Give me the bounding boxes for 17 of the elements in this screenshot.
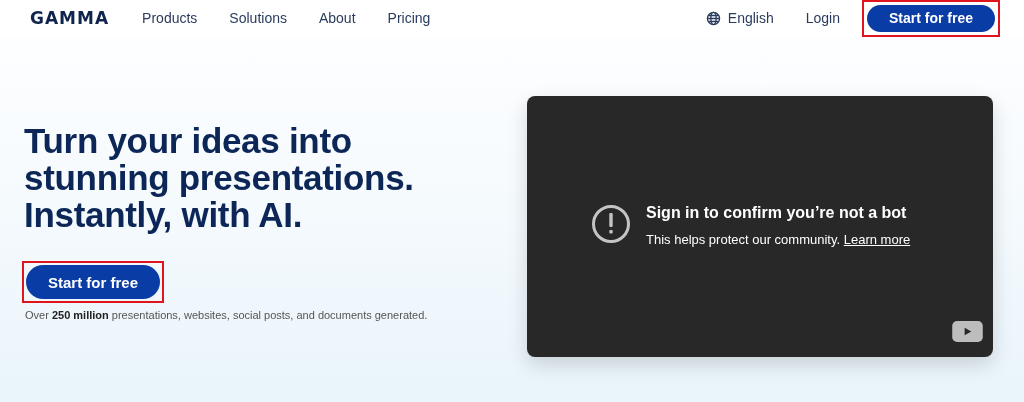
globe-icon: [705, 10, 721, 26]
usage-note: Over 250 million presentations, websites, social posts, and documents generated.: [25, 309, 429, 321]
learn-more-link[interactable]: Learn more: [843, 232, 911, 247]
logo[interactable]: GAMMA: [30, 8, 110, 28]
nav-link[interactable]: Pricing: [387, 10, 431, 26]
login-link[interactable]: Login: [805, 10, 840, 26]
nav-link[interactable]: Solutions: [229, 10, 287, 26]
warning-icon: [591, 204, 631, 244]
language-link[interactable]: English: [727, 10, 774, 26]
hero-title: Turn your ideas into stunning presentations. Instantly, with AI.: [24, 122, 415, 233]
start-button[interactable]: Start for free: [867, 4, 995, 32]
start-button[interactable]: Start for free: [26, 265, 160, 299]
message-text: This helps protect our community.: [646, 232, 841, 247]
nav-link[interactable]: About: [318, 10, 356, 26]
message-title: Sign in to confirm you’re not a bot: [646, 204, 908, 222]
play-icon[interactable]: [952, 321, 983, 342]
nav-link[interactable]: Products: [142, 10, 198, 26]
